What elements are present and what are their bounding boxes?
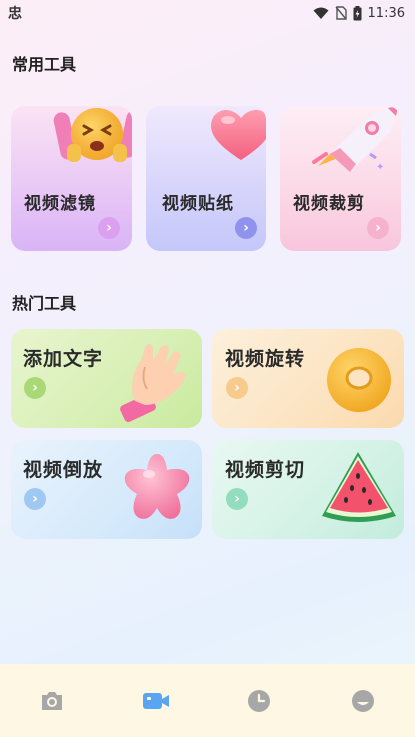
clock-icon <box>248 689 271 712</box>
jelly-star-icon <box>124 454 190 519</box>
chevron-right-icon[interactable]: › <box>24 488 46 510</box>
hot-tool-card-add-text[interactable]: 添加文字 › <box>11 329 202 428</box>
battery-icon <box>353 5 362 20</box>
chevron-right-icon[interactable]: › <box>226 488 248 510</box>
rocket-icon: ✦ <box>312 106 398 173</box>
watermelon-icon <box>322 452 396 522</box>
common-tools-title: 常用工具 <box>12 55 77 74</box>
donut-icon <box>327 348 391 412</box>
hot-tool-card-video-cut[interactable]: 视频剪切 › <box>212 440 404 539</box>
status-icons: 11:36 <box>313 5 405 21</box>
hot-tools-title: 热门工具 <box>12 294 77 313</box>
common-tool-label: 视频裁剪 <box>293 194 365 214</box>
common-tool-card-video-crop[interactable]: ✦ 视频裁剪 › <box>280 106 401 251</box>
nav-history[interactable] <box>239 681 279 721</box>
hot-tool-card-video-reverse[interactable]: 视频倒放 › <box>11 440 202 539</box>
hot-tool-label: 视频旋转 <box>225 348 306 370</box>
chevron-right-icon[interactable]: › <box>367 217 389 239</box>
profile-icon <box>352 689 375 712</box>
hand-icon <box>120 344 185 423</box>
nav-camera[interactable] <box>32 681 72 721</box>
status-time: 11:36 <box>367 5 405 21</box>
chevron-right-icon[interactable]: › <box>226 377 248 399</box>
nav-video[interactable] <box>136 681 176 721</box>
status-bar: 忠 11:36 <box>0 0 415 26</box>
hot-tool-label: 视频剪切 <box>225 459 306 481</box>
chevron-right-icon[interactable]: › <box>98 217 120 239</box>
hot-tool-label: 添加文字 <box>23 348 104 370</box>
hot-tool-card-video-rotate[interactable]: 视频旋转 › <box>212 329 404 428</box>
emoji-face-icon <box>53 108 132 162</box>
video-camera-icon <box>142 692 169 709</box>
common-tool-card-video-filter[interactable]: 视频滤镜 › <box>11 106 132 251</box>
heart-icon <box>211 110 266 160</box>
hot-tool-label: 视频倒放 <box>23 459 104 481</box>
common-tool-label: 视频贴纸 <box>162 194 234 214</box>
svg-text:✦: ✦ <box>376 162 384 173</box>
common-tool-label: 视频滤镜 <box>24 194 96 214</box>
camera-icon <box>41 691 62 710</box>
app-notification-glyph: 忠 <box>8 6 22 22</box>
common-tool-card-video-sticker[interactable]: 视频贴纸 › <box>146 106 266 251</box>
chevron-right-icon[interactable]: › <box>24 377 46 399</box>
no-sim-icon <box>334 6 347 20</box>
chevron-right-icon[interactable]: › <box>235 217 257 239</box>
bottom-nav <box>0 664 415 737</box>
wifi-icon <box>313 7 329 19</box>
nav-profile[interactable] <box>343 681 383 721</box>
